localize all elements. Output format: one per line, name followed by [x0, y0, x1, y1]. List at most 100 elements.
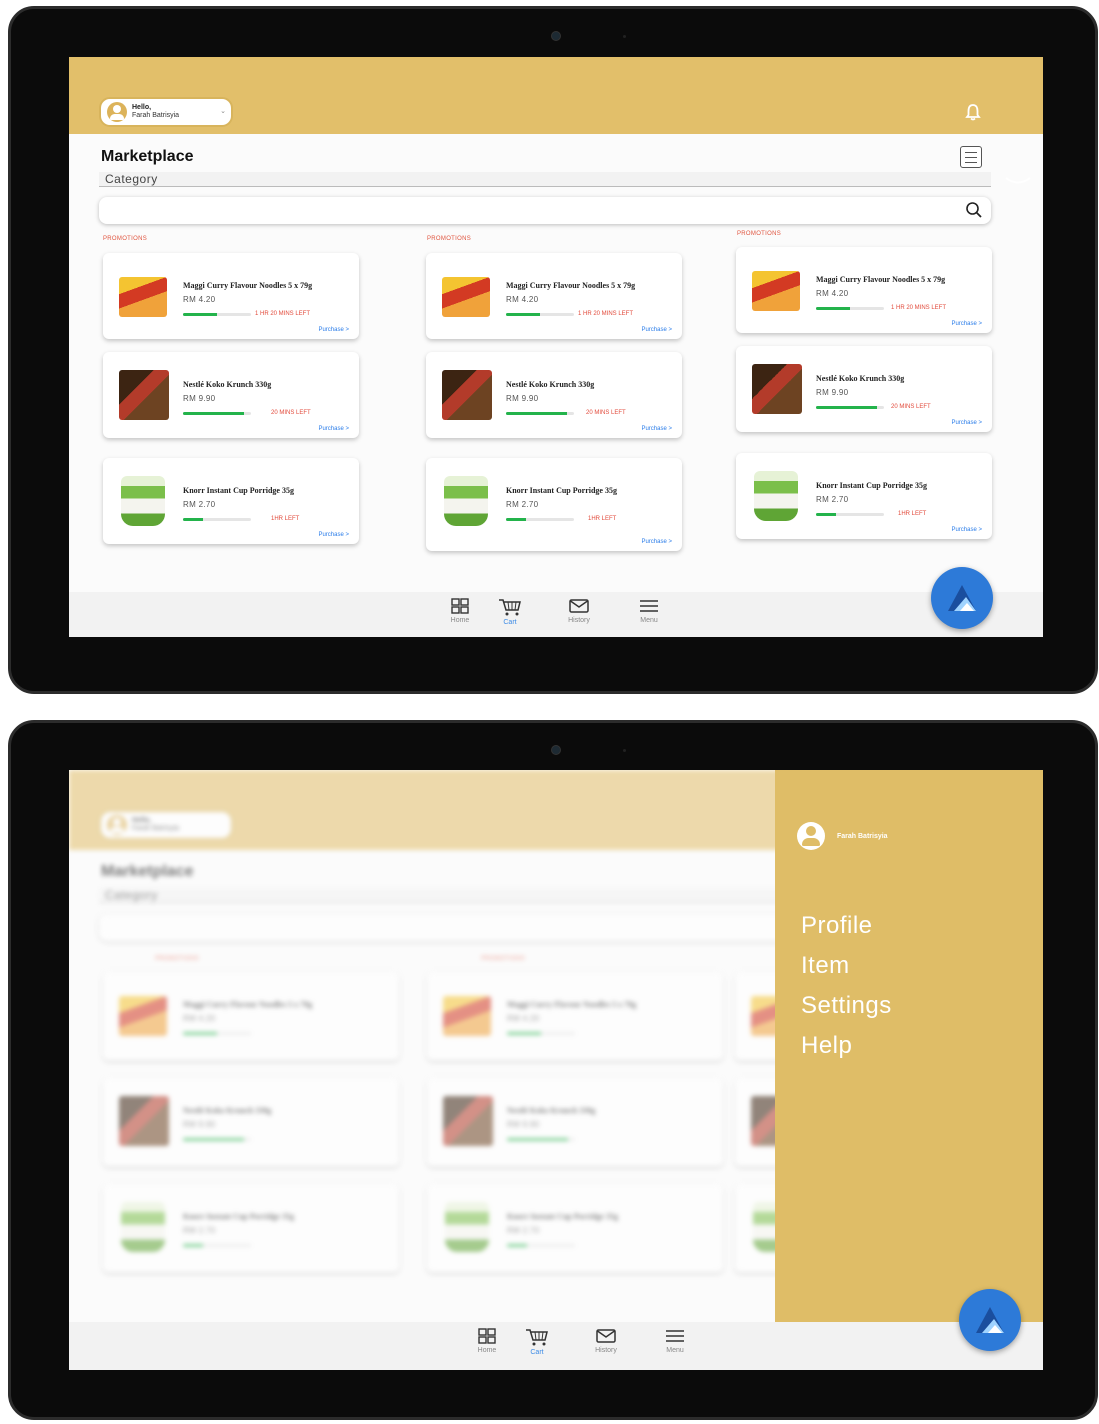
nav-home[interactable]: Home	[440, 598, 480, 624]
purchase-link[interactable]: Purchase >	[951, 527, 982, 533]
product-card-knorr[interactable]: Knorr Instant Cup Porridge 35g RM 2.70 1…	[736, 453, 992, 539]
time-progress-bar	[183, 412, 251, 415]
product-card-maggi[interactable]: Maggi Curry Flavour Noodles 5 x 79g RM 4…	[736, 247, 992, 333]
time-left: 20 MINS LEFT	[271, 410, 311, 416]
drawer-menu: Profile Item Settings Help	[801, 906, 892, 1066]
time-progress-fill	[506, 518, 527, 521]
assistant-fab-button[interactable]	[931, 567, 993, 629]
greeting-hello: Hello,	[132, 104, 152, 111]
time-progress-fill	[507, 1032, 541, 1035]
camera	[551, 31, 561, 41]
purchase-link[interactable]: Purchase >	[951, 420, 982, 426]
product-card: Maggi Curry Flavour Noodles 5 x 79g RM 4…	[427, 972, 723, 1060]
menu-item-settings[interactable]: Settings	[801, 986, 892, 1026]
purchase-link[interactable]: Purchase >	[641, 327, 672, 333]
nav-menu[interactable]: Menu	[629, 598, 669, 624]
product-image	[119, 996, 167, 1036]
home-grid-icon	[478, 1328, 496, 1344]
product-card-koko[interactable]: Nestlé Koko Krunch 330g RM 9.90 20 MINS …	[736, 346, 992, 432]
page-title: Marketplace	[101, 863, 194, 880]
product-price: RM 9.90	[507, 1120, 540, 1129]
purchase-link[interactable]: Purchase >	[318, 426, 349, 432]
nav-cart[interactable]: Cart	[490, 598, 530, 626]
time-progress-fill	[816, 513, 837, 516]
filter-settings-button[interactable]	[960, 146, 982, 168]
nav-label: Menu	[640, 617, 658, 624]
time-left: 20 MINS LEFT	[891, 404, 931, 410]
menu-item-help[interactable]: Help	[801, 1026, 892, 1066]
product-price: RM 2.70	[507, 1226, 540, 1235]
purchase-link[interactable]: Purchase >	[951, 321, 982, 327]
time-progress-fill	[507, 1244, 528, 1247]
user-greeting-button[interactable]: Hello, Farah Batrisyia ⌄	[99, 97, 233, 127]
assistant-fab-button[interactable]	[959, 1289, 1021, 1351]
time-left: 1 HR 20 MINS LEFT	[255, 311, 311, 317]
mail-icon	[596, 1329, 616, 1343]
chevron-down-icon: ⌄	[220, 108, 226, 115]
product-price: RM 2.70	[506, 500, 539, 509]
menu-item-item[interactable]: Item	[801, 946, 892, 986]
product-card-knorr[interactable]: Knorr Instant Cup Porridge 35g RM 2.70 1…	[426, 458, 682, 551]
drawer-user[interactable]: Farah Batrisyia	[797, 822, 888, 850]
filter-line	[965, 157, 977, 158]
product-price: RM 4.20	[183, 1014, 216, 1023]
time-progress-bar	[816, 406, 884, 409]
avatar-icon	[107, 815, 127, 835]
product-name: Maggi Curry Flavour Noodles 5 x 79g	[507, 1000, 637, 1009]
product-card-koko[interactable]: Nestlé Koko Krunch 330g RM 9.90 20 MINS …	[426, 352, 682, 438]
time-progress-bar	[183, 1244, 251, 1247]
product-name: Knorr Instant Cup Porridge 35g	[183, 1212, 294, 1221]
time-progress-bar	[506, 412, 574, 415]
product-card-koko[interactable]: Nestlé Koko Krunch 330g RM 9.90 20 MINS …	[103, 352, 359, 438]
product-card-maggi[interactable]: Maggi Curry Flavour Noodles 5 x 79g RM 4…	[426, 253, 682, 339]
product-price: RM 9.90	[506, 394, 539, 403]
chevron-down-icon[interactable]	[1004, 175, 1032, 187]
product-name: Knorr Instant Cup Porridge 35g	[507, 1212, 618, 1221]
product-price: RM 4.20	[506, 295, 539, 304]
menu-icon	[666, 1330, 684, 1342]
app-logo-icon	[976, 1307, 1004, 1333]
product-name: Maggi Curry Flavour Noodles 5 x 79g	[183, 1000, 313, 1009]
time-progress-bar	[507, 1244, 575, 1247]
product-image	[754, 471, 798, 521]
tablet-frame-marketplace: Hello, Farah Batrisyia ⌄ Marketplace Cat…	[8, 6, 1098, 694]
product-image	[119, 277, 167, 317]
promotions-label: PROMOTIONS	[427, 236, 472, 242]
nav-label: History	[568, 617, 590, 624]
product-price: RM 2.70	[183, 500, 216, 509]
time-progress-bar	[507, 1032, 575, 1035]
purchase-link[interactable]: Purchase >	[641, 539, 672, 545]
product-image	[443, 996, 491, 1036]
bell-icon[interactable]	[965, 103, 981, 121]
search-input[interactable]	[99, 197, 991, 224]
product-card: Maggi Curry Flavour Noodles 5 x 79g RM 4…	[103, 972, 399, 1060]
promotions-label: PROMOTIONS	[737, 231, 782, 237]
category-dropdown[interactable]: Category	[99, 172, 991, 187]
nav-cart[interactable]: Cart	[517, 1328, 557, 1356]
search-icon[interactable]	[965, 201, 983, 219]
purchase-link[interactable]: Purchase >	[318, 327, 349, 333]
nav-history[interactable]: History	[586, 1328, 626, 1354]
greeting-user-name: Farah Batrisyia	[132, 112, 180, 119]
nav-label: Home	[477, 1347, 497, 1354]
product-card: Nestlé Koko Krunch 330g RM 9.90	[103, 1078, 399, 1166]
product-image	[119, 1096, 169, 1146]
time-progress-bar	[183, 1032, 251, 1035]
time-progress-fill	[183, 313, 217, 316]
product-card-knorr[interactable]: Knorr Instant Cup Porridge 35g RM 2.70 1…	[103, 458, 359, 544]
purchase-link[interactable]: Purchase >	[318, 532, 349, 538]
time-progress-fill	[506, 313, 540, 316]
nav-menu[interactable]: Menu	[655, 1328, 695, 1354]
time-progress-fill	[506, 412, 568, 415]
greeting-text: Hello, Farah Batrisyia	[132, 104, 179, 120]
purchase-link[interactable]: Purchase >	[641, 426, 672, 432]
product-image	[752, 271, 800, 311]
menu-item-profile[interactable]: Profile	[801, 906, 892, 946]
nav-home[interactable]: Home	[467, 1328, 507, 1354]
bottom-navigation: Home Cart History Menu	[69, 1322, 1043, 1370]
greeting-user-name: Farah Batrisyia	[132, 825, 180, 832]
nav-history[interactable]: History	[559, 598, 599, 624]
product-image	[121, 476, 165, 526]
product-card-maggi[interactable]: Maggi Curry Flavour Noodles 5 x 79g RM 4…	[103, 253, 359, 339]
time-progress-bar	[183, 313, 251, 316]
